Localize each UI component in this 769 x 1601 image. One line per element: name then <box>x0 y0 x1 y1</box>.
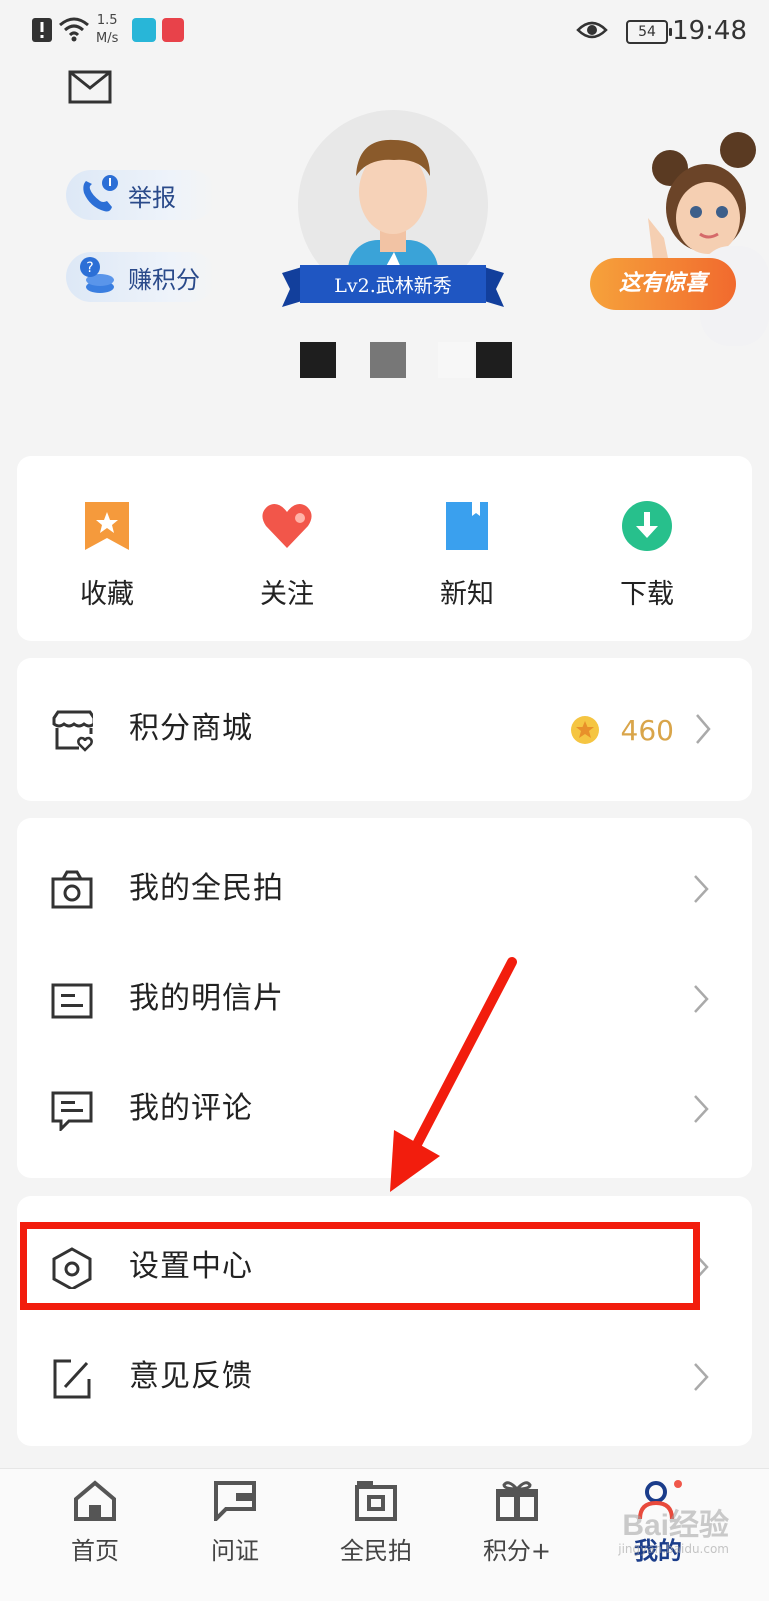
quick-action-favorites[interactable]: 收藏 <box>17 500 197 611</box>
nav-tab-label: 全民拍 <box>340 1537 412 1565</box>
watermark-brand: Bai经验 <box>622 1509 729 1542</box>
camera-icon <box>51 870 93 909</box>
quick-action-label: 收藏 <box>80 579 134 610</box>
menu-row-label: 我的评论 <box>129 1091 253 1126</box>
report-button[interactable]: 举报 <box>66 170 216 220</box>
quick-action-follow[interactable]: 关注 <box>197 500 377 611</box>
username-redacted-block <box>370 342 406 378</box>
comment-icon <box>51 1091 93 1131</box>
quick-action-news[interactable]: 新知 <box>377 500 557 611</box>
nav-tab-label: 积分+ <box>482 1537 552 1565</box>
chevron-right-icon <box>694 1363 709 1391</box>
quick-action-download[interactable]: 下载 <box>557 500 737 611</box>
phone-report-icon <box>83 175 118 212</box>
username-redacted-block <box>476 342 512 378</box>
chevron-right-icon <box>694 875 709 903</box>
shop-icon <box>52 710 93 752</box>
nav-tab-home[interactable]: 首页 <box>35 1479 155 1566</box>
quick-action-label: 下载 <box>620 579 674 610</box>
heart-icon <box>262 504 312 548</box>
chevron-right-icon <box>694 985 709 1013</box>
nav-tab-inquiry[interactable]: 问证 <box>175 1479 295 1566</box>
coin-star-icon <box>571 716 599 744</box>
quick-actions-card: 收藏 关注 新知 下载 <box>17 456 752 641</box>
wifi-icon <box>59 17 89 42</box>
watermark-url: jingyan.baidu.com <box>618 1542 729 1556</box>
status-bar: 1.5 M/s 54 19:48 <box>0 0 769 60</box>
svg-text:?: ? <box>86 260 93 276</box>
flag-icon <box>214 1481 256 1524</box>
points-balance: 460 <box>620 714 674 747</box>
network-speed: 1.5 M/s <box>96 12 118 48</box>
report-label: 举报 <box>128 183 176 212</box>
menu-row-label: 我的明信片 <box>129 981 284 1016</box>
username-redacted-block <box>438 342 474 378</box>
health-app-icon <box>132 18 156 42</box>
download-icon <box>622 501 672 551</box>
coins-question-icon: ? <box>80 257 114 293</box>
bookmark-icon <box>85 502 129 550</box>
chevron-right-icon <box>696 714 711 744</box>
menu-row-label: 意见反馈 <box>129 1359 253 1394</box>
book-app-icon <box>162 18 184 42</box>
chevron-right-icon <box>694 1095 709 1123</box>
level-label: Lv2.武林新秀 <box>334 275 452 297</box>
alert-icon <box>32 18 52 42</box>
menu-row-my-photos[interactable]: 我的全民拍 <box>17 834 752 944</box>
menu-row-feedback[interactable]: 意见反馈 <box>17 1322 752 1432</box>
quick-action-label: 关注 <box>260 579 314 610</box>
feedback-edit-icon <box>53 1359 91 1399</box>
eye-icon <box>576 21 608 39</box>
highlight-box-annotation <box>20 1222 700 1310</box>
quick-action-label: 新知 <box>440 579 494 610</box>
earn-points-label: 赚积分 <box>128 265 200 294</box>
camera-icon <box>355 1481 397 1521</box>
nav-tab-points[interactable]: 积分+ <box>457 1479 577 1566</box>
speed-unit: M/s <box>96 31 119 46</box>
gift-icon <box>496 1481 538 1521</box>
menu-row-label: 我的全民拍 <box>129 871 284 906</box>
nav-tab-label: 问证 <box>211 1537 259 1565</box>
surprise-button[interactable]: 这有惊喜 <box>590 258 736 310</box>
points-mall-label: 积分商城 <box>129 711 253 746</box>
nav-tab-citizen-photo[interactable]: 全民拍 <box>316 1479 436 1566</box>
username-redacted-block <box>300 342 336 378</box>
speed-value: 1.5 <box>96 13 118 28</box>
battery-indicator: 54 <box>626 20 672 44</box>
postcard-icon <box>51 983 93 1019</box>
clock: 19:48 <box>672 16 747 46</box>
nav-tab-label: 首页 <box>71 1537 119 1565</box>
home-icon <box>74 1480 116 1521</box>
earn-points-button[interactable]: ? 赚积分 <box>66 252 216 302</box>
points-mall-card[interactable]: 积分商城 460 <box>17 658 752 801</box>
mascot-girl-illustration[interactable] <box>640 128 769 348</box>
book-icon <box>446 502 488 550</box>
red-arrow-annotation <box>390 957 517 1192</box>
mail-icon[interactable] <box>68 70 112 104</box>
